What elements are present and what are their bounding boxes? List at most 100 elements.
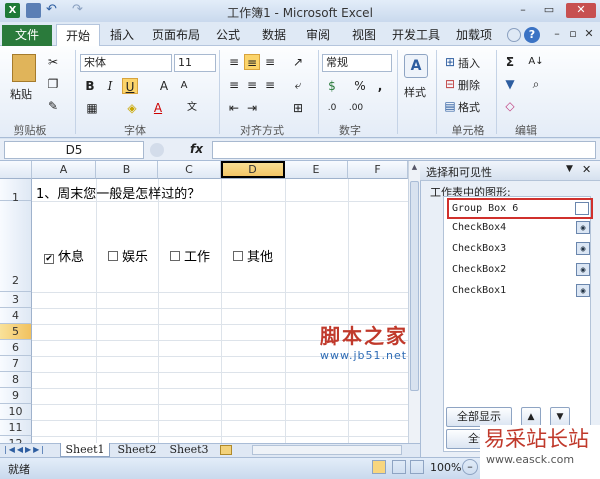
increase-decimal-icon[interactable]: .0 (324, 100, 340, 116)
tab-home[interactable]: 开始 (56, 24, 100, 46)
new-sheet-icon[interactable] (220, 445, 232, 455)
align-middle-icon[interactable]: ≡ (244, 54, 260, 70)
row-header[interactable]: 10 (0, 404, 32, 420)
worksheet-grid[interactable]: A B C D E F 1 2 3 4 5 6 7 8 9 10 11 12 1… (0, 161, 420, 443)
merge-center-icon[interactable]: ⊞ (290, 100, 306, 116)
italic-button[interactable]: I (102, 78, 118, 94)
active-cell-d5[interactable] (221, 161, 285, 178)
align-bottom-icon[interactable]: ≡ (262, 54, 278, 70)
checkbox-work[interactable]: 工作 (170, 246, 210, 265)
formula-input[interactable] (212, 141, 596, 159)
horizontal-scrollbar[interactable] (252, 445, 402, 455)
undo-icon[interactable]: ↶ (46, 3, 61, 18)
page-break-view-icon[interactable] (410, 460, 424, 474)
insert-function-button[interactable]: fx (190, 142, 203, 156)
scroll-thumb[interactable] (410, 181, 419, 391)
tab-page-layout[interactable]: 页面布局 (148, 24, 204, 46)
row-header[interactable]: 3 (0, 292, 32, 308)
eye-icon[interactable]: ◉ (576, 284, 590, 297)
percent-button[interactable]: % (352, 78, 368, 94)
save-icon[interactable] (26, 3, 41, 18)
row-header[interactable]: 5 (0, 324, 32, 340)
sheet-nav-arrows-icon[interactable]: |◀◀▶▶| (4, 443, 46, 457)
tab-review[interactable]: 审阅 (302, 24, 334, 46)
decrease-indent-icon[interactable]: ⇤ (226, 100, 242, 116)
normal-view-icon[interactable] (372, 460, 386, 474)
column-header[interactable]: C (158, 161, 221, 179)
find-icon[interactable]: ⌕ (528, 76, 544, 92)
column-header[interactable]: A (32, 161, 96, 179)
shape-item-checkbox4[interactable]: CheckBox4 ◉ (449, 219, 592, 237)
zoom-level[interactable]: 100% (430, 461, 461, 474)
eye-icon[interactable]: ◉ (576, 263, 590, 276)
shape-item-checkbox1[interactable]: CheckBox1 ◉ (449, 282, 592, 300)
sort-filter-icon[interactable]: A↓ (528, 54, 544, 70)
tab-file[interactable]: 文件 (2, 25, 52, 46)
decrease-decimal-icon[interactable]: .00 (348, 100, 364, 116)
sheet-tab-3[interactable]: Sheet3 (164, 443, 214, 457)
delete-cells-icon[interactable]: ⊟ (442, 76, 458, 92)
increase-indent-icon[interactable]: ⇥ (244, 100, 260, 116)
font-size-select[interactable]: 11 (174, 54, 216, 72)
orientation-icon[interactable]: ↗ (290, 54, 306, 70)
number-format-select[interactable]: 常规 (322, 54, 392, 72)
checkbox-other[interactable]: 其他 (233, 246, 273, 265)
shrink-font-icon[interactable]: A (176, 78, 192, 94)
sheet-tab-1[interactable]: Sheet1 (60, 443, 110, 457)
clear-icon[interactable]: ◇ (502, 98, 518, 114)
comma-button[interactable]: , (372, 78, 388, 94)
tab-formulas[interactable]: 公式 (212, 24, 244, 46)
delete-cells-button[interactable]: 删除 (458, 77, 480, 93)
row-header[interactable]: 9 (0, 388, 32, 404)
fill-color-icon[interactable]: ◈ (124, 100, 140, 116)
font-color-icon[interactable]: A (150, 100, 166, 116)
column-header[interactable]: E (285, 161, 348, 179)
align-center-icon[interactable]: ≡ (244, 77, 260, 93)
row-header[interactable]: 8 (0, 372, 32, 388)
copy-icon[interactable]: ❐ (45, 76, 61, 92)
font-name-select[interactable]: 宋体 (80, 54, 172, 72)
row-header[interactable]: 12 (0, 436, 32, 443)
minimize-icon[interactable]: – (514, 3, 532, 18)
format-cells-icon[interactable]: ▤ (442, 98, 458, 114)
align-left-icon[interactable]: ≡ (226, 77, 242, 93)
row-header[interactable]: 6 (0, 340, 32, 356)
close-icon[interactable]: ✕ (566, 3, 596, 18)
shape-item-checkbox3[interactable]: CheckBox3 ◉ (449, 240, 592, 258)
fill-icon[interactable]: ▼ (502, 76, 518, 92)
format-cells-button[interactable]: 格式 (458, 99, 480, 115)
tab-data[interactable]: 数据 (258, 24, 290, 46)
vertical-scrollbar[interactable]: ▲ (408, 161, 420, 443)
tab-addins[interactable]: 加载项 (454, 24, 494, 46)
select-all-corner[interactable] (0, 161, 32, 179)
sheet-tab-2[interactable]: Sheet2 (112, 443, 162, 457)
scroll-up-icon[interactable]: ▲ (410, 163, 419, 175)
move-up-icon[interactable]: ▲ (521, 407, 541, 427)
tab-insert[interactable]: 插入 (106, 24, 138, 46)
row-header[interactable]: 4 (0, 308, 32, 324)
eye-icon[interactable]: ◉ (576, 242, 590, 255)
pane-dropdown-icon[interactable]: ▼ (566, 164, 573, 174)
wrap-text-icon[interactable]: ⤶ (290, 77, 306, 93)
autosum-icon[interactable]: Σ (502, 54, 518, 70)
page-layout-view-icon[interactable] (392, 460, 406, 474)
paste-button[interactable]: 粘贴 (10, 86, 32, 102)
row-header[interactable]: 11 (0, 420, 32, 436)
redo-icon[interactable]: ↷ (72, 3, 87, 18)
styles-icon[interactable]: A (404, 54, 428, 78)
minimize-ribbon-icon[interactable] (507, 28, 521, 42)
row-header[interactable]: 7 (0, 356, 32, 372)
paste-icon[interactable] (12, 54, 36, 82)
styles-button[interactable]: 样式 (404, 84, 426, 100)
align-top-icon[interactable]: ≡ (226, 54, 242, 70)
row-header[interactable]: 1 (0, 179, 32, 204)
shape-item-checkbox2[interactable]: CheckBox2 ◉ (449, 261, 592, 279)
format-painter-icon[interactable]: ✎ (45, 98, 61, 114)
insert-cells-button[interactable]: 插入 (458, 55, 480, 71)
checkbox-rest[interactable]: ✔ 休息 (44, 246, 84, 265)
tab-view[interactable]: 视图 (348, 24, 380, 46)
move-down-icon[interactable]: ▼ (550, 407, 570, 427)
column-header[interactable]: B (96, 161, 158, 179)
align-right-icon[interactable]: ≡ (262, 77, 278, 93)
currency-icon[interactable]: $ (324, 78, 340, 94)
